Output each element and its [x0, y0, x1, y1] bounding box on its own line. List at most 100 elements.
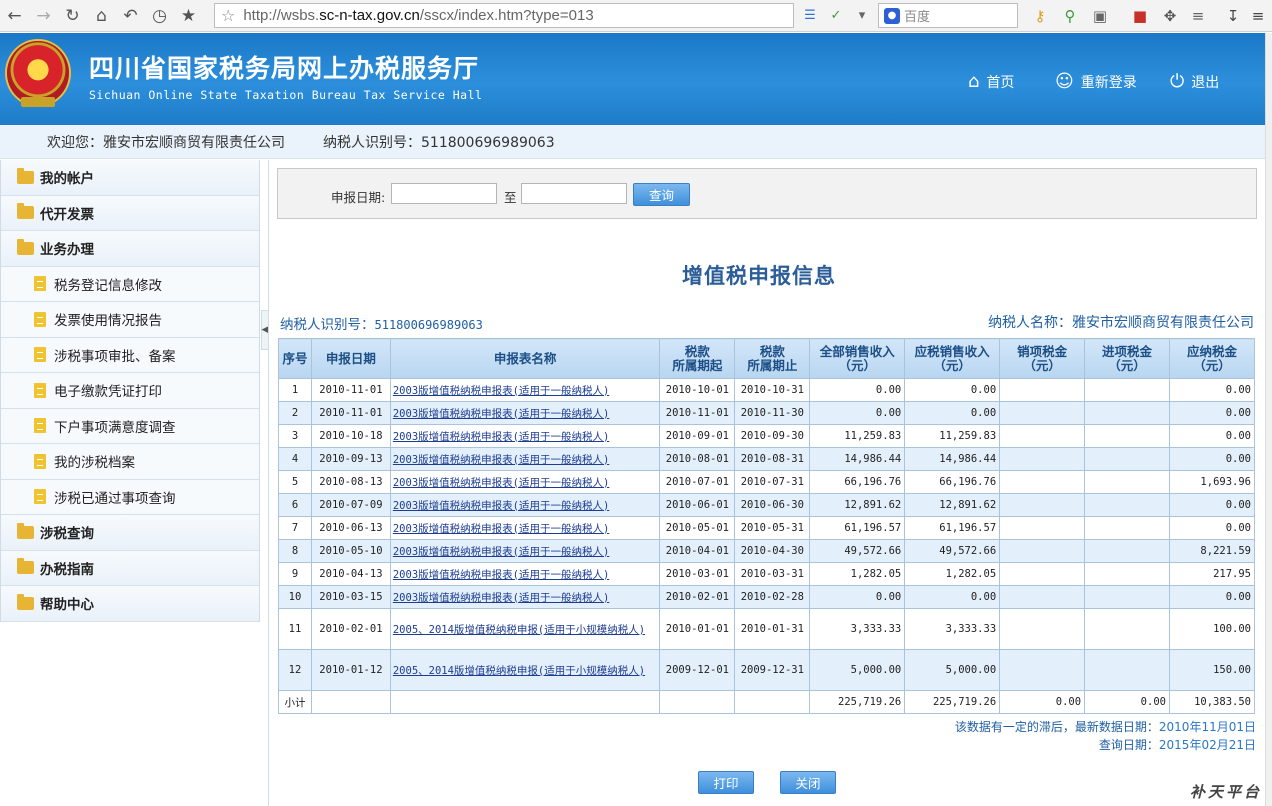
document-icon: [34, 276, 46, 292]
table-cell: 0.00: [1168, 378, 1256, 402]
declaration-form-link-text[interactable]: 2003版增值税纳税申报表(适用于一般纳税人): [393, 592, 609, 604]
declaration-form-link[interactable]: 2003版增值税纳税申报表(适用于一般纳税人): [389, 539, 661, 563]
sidebar-item-survey[interactable]: 下户事项满意度调查: [1, 408, 259, 444]
declaration-form-link[interactable]: 2003版增值税纳税申报表(适用于一般纳税人): [389, 562, 661, 586]
sidebar-item-payment-print[interactable]: 电子缴款凭证打印: [1, 373, 259, 409]
bookmark-star-icon[interactable]: ★: [174, 1, 203, 31]
declaration-form-link[interactable]: 2005、2014版增值税纳税申报(适用于小规模纳税人): [389, 608, 661, 650]
table-cell: [1084, 493, 1170, 517]
declaration-form-link-text[interactable]: 2003版增值税纳税申报表(适用于一般纳税人): [393, 569, 609, 581]
table-cell: 49,572.66: [809, 539, 906, 563]
nav-logout[interactable]: ⏻ 退出: [1170, 71, 1219, 92]
sidebar-item-approved-query[interactable]: 涉税已通过事项查询: [1, 479, 259, 515]
declaration-form-link[interactable]: 2003版增值税纳税申报表(适用于一般纳税人): [389, 470, 661, 494]
table-cell: 2010-02-28: [734, 585, 811, 609]
sidebar-item-registration-edit[interactable]: 税务登记信息修改: [1, 266, 259, 302]
declaration-form-link[interactable]: 2003版增值税纳税申报表(适用于一般纳税人): [389, 401, 661, 425]
declaration-form-link-text[interactable]: 2003版增值税纳税申报表(适用于一般纳税人): [393, 385, 609, 397]
forward-icon[interactable]: →: [29, 1, 58, 31]
date-label: 申报日期:: [331, 190, 386, 205]
table-cell: 2010-03-31: [734, 562, 811, 586]
reader-icon[interactable]: ☰: [798, 4, 822, 27]
declaration-form-link[interactable]: 2003版增值税纳税申报表(适用于一般纳税人): [389, 516, 661, 540]
declaration-form-link-text[interactable]: 2003版增值税纳税申报表(适用于一般纳税人): [393, 454, 609, 466]
table-cell: 2010-06-01: [659, 493, 736, 517]
sidebar-item-invoice[interactable]: 代开发票: [1, 195, 259, 231]
print-button[interactable]: 打印: [698, 771, 754, 794]
address-dropdown-icon[interactable]: ▾: [850, 4, 874, 27]
table-cell: 11,259.83: [809, 424, 906, 448]
sidebar-item-help[interactable]: 帮助中心: [1, 586, 259, 622]
declaration-form-link[interactable]: 2005、2014版增值税纳税申报(适用于小规模纳税人): [389, 649, 661, 691]
key-icon[interactable]: ⚷: [1027, 4, 1053, 28]
date-to-input[interactable]: [521, 183, 627, 204]
camera-icon[interactable]: ▣: [1087, 4, 1113, 28]
table-cell: 2010-05-10: [310, 539, 391, 563]
sidebar-item-tax-archive[interactable]: 我的涉税档案: [1, 444, 259, 480]
compat-icon[interactable]: ✓: [824, 4, 848, 27]
home-icon[interactable]: ⌂: [87, 1, 116, 31]
declaration-form-link[interactable]: 2003版增值税纳税申报表(适用于一般纳税人): [389, 424, 661, 448]
declaration-form-link[interactable]: 2003版增值税纳税申报表(适用于一般纳税人): [389, 493, 661, 517]
reload-icon[interactable]: ↻: [58, 1, 87, 31]
table-row: 5 2010-08-13 2003版增值税纳税申报表(适用于一般纳税人) 2010-0…: [278, 470, 1256, 494]
more-icon[interactable]: ≡: [1245, 4, 1271, 28]
query-button[interactable]: 查询: [633, 183, 690, 206]
search-input[interactable]: ● 百度: [878, 3, 1018, 28]
declaration-form-link-text[interactable]: 2003版增值税纳税申报表(适用于一般纳税人): [393, 431, 609, 443]
table-cell: 5,000.00: [904, 649, 1001, 691]
declaration-form-link[interactable]: 2003版增值税纳税申报表(适用于一般纳税人): [389, 447, 661, 471]
column-header: 销项税金 （元）: [999, 338, 1086, 379]
nav-home[interactable]: ⌂ 首页: [968, 71, 1014, 92]
table-cell: 2010-08-01: [659, 447, 736, 471]
favorite-star-icon[interactable]: ☆: [221, 6, 235, 25]
sidebar-item-account[interactable]: 我的帐户: [1, 160, 259, 196]
sidebar-item-invoice-report[interactable]: 发票使用情况报告: [1, 302, 259, 338]
declaration-form-link-text[interactable]: 2003版增值税纳税申报表(适用于一般纳税人): [393, 408, 609, 420]
declaration-form-link[interactable]: 2003版增值税纳税申报表(适用于一般纳税人): [389, 585, 661, 609]
back-icon[interactable]: ←: [0, 1, 29, 31]
sidebar-item-approval[interactable]: 涉税事项审批、备案: [1, 337, 259, 373]
subtotal-cell: 10,383.50: [1168, 690, 1256, 714]
settings-icon[interactable]: ✥: [1157, 4, 1183, 28]
table-cell: 2010-05-31: [734, 516, 811, 540]
history-icon[interactable]: ◷: [145, 1, 174, 31]
declaration-form-link[interactable]: 2003版增值税纳税申报表(适用于一般纳税人): [389, 378, 661, 402]
query-date-note: 查询日期：2015年02月21日: [1098, 738, 1256, 752]
declaration-form-link-text[interactable]: 2003版增值税纳税申报表(适用于一般纳税人): [393, 477, 609, 489]
close-button[interactable]: 关闭: [780, 771, 836, 794]
table-cell: [1084, 424, 1170, 448]
declaration-form-link-text[interactable]: 2003版增值税纳税申报表(适用于一般纳税人): [393, 546, 609, 558]
table-cell: 3,333.33: [904, 608, 1001, 650]
declaration-form-link-text[interactable]: 2005、2014版增值税纳税申报(适用于小规模纳税人): [393, 665, 645, 677]
table-cell: 49,572.66: [904, 539, 1001, 563]
table-cell: 2010-08-13: [310, 470, 391, 494]
sidebar-item-business[interactable]: 业务办理: [1, 231, 259, 267]
user-search-icon[interactable]: ⚲: [1057, 4, 1083, 28]
declaration-form-link-text[interactable]: 2005、2014版增值税纳税申报(适用于小规模纳税人): [393, 624, 645, 636]
sidebar-item-guide[interactable]: 办税指南: [1, 550, 259, 586]
declaration-form-link-text[interactable]: 2003版增值税纳税申报表(适用于一般纳税人): [393, 523, 609, 535]
table-cell: 2010-11-01: [659, 401, 736, 425]
url-text: http://wsbs.sc-n-tax.gov.cn/sscx/index.h…: [243, 7, 594, 24]
to-label: 至: [504, 190, 517, 205]
document-icon: [34, 489, 46, 505]
tools-icon[interactable]: ■: [1127, 4, 1153, 28]
table-cell: [1084, 447, 1170, 471]
address-bar[interactable]: ☆ http://wsbs.sc-n-tax.gov.cn/sscx/index…: [214, 3, 794, 28]
undo-icon[interactable]: ↶: [116, 1, 145, 31]
table-cell: 2010-10-01: [659, 378, 736, 402]
sidebar-item-tax-query[interactable]: 涉税查询: [1, 515, 259, 551]
vat-declaration-table: 序号 申报日期 申报表名称 税款 所属期起 税款 所属期止 全部销售收入 （元） 应税销售收…: [278, 338, 1256, 714]
scrollbar[interactable]: [1265, 33, 1272, 806]
table-cell: [999, 401, 1086, 425]
subtotal-cell: 0.00: [1084, 690, 1170, 714]
download-icon[interactable]: ↧: [1220, 4, 1246, 28]
nav-relogin[interactable]: ☺ 重新登录: [1055, 71, 1137, 92]
site-title: 四川省国家税务局网上办税服务厅: [89, 54, 480, 83]
date-from-input[interactable]: [391, 183, 497, 204]
menu-chevron-icon[interactable]: ≡: [1185, 4, 1211, 28]
subtotal-cell: 225,719.26: [904, 690, 1001, 714]
declaration-form-link-text[interactable]: 2003版增值税纳税申报表(适用于一般纳税人): [393, 500, 609, 512]
column-header: 申报日期: [310, 338, 391, 379]
